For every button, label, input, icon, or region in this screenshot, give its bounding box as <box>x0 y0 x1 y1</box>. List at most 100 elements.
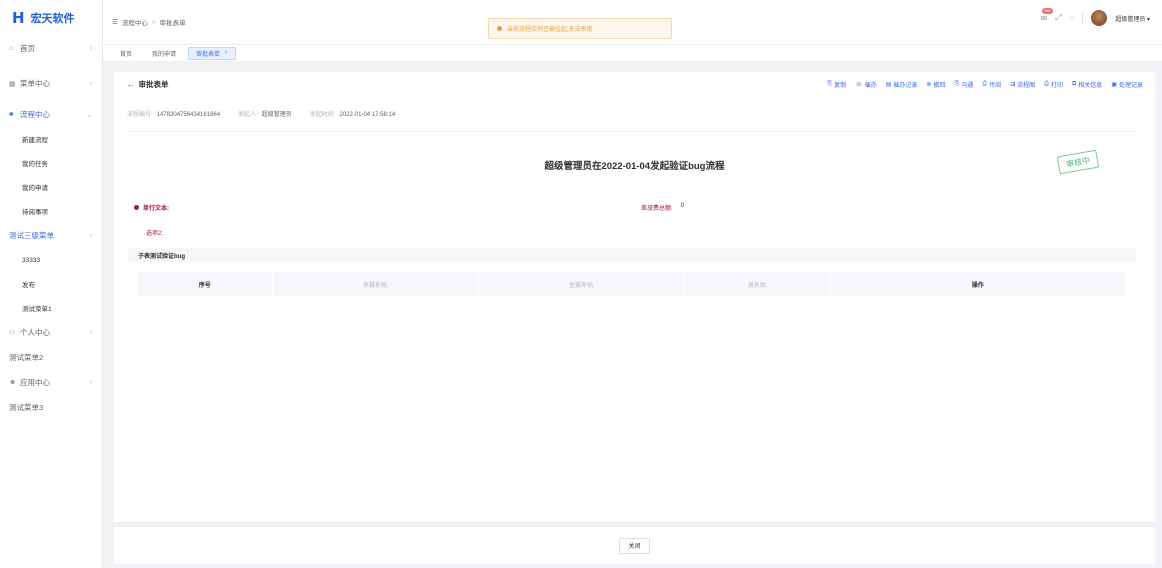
meta-value: 2022-01-04 17:58:14 <box>339 112 396 118</box>
process-starter: 发起人: 超级管理员 <box>238 109 292 118</box>
sidebar-item-new-process[interactable]: 新建流程 <box>0 127 102 151</box>
home-icon: ⌂ <box>9 45 14 52</box>
close-button[interactable]: 关闭 <box>619 537 650 554</box>
sidebar-item-label: 我的任务 <box>22 161 48 168</box>
sidebar-item-label: 测试菜单2 <box>9 353 44 362</box>
back-arrow-icon[interactable]: ← <box>127 80 135 89</box>
action-label: 催办 <box>864 83 877 89</box>
sidebar-item-test-menu1[interactable]: 测试菜单1 <box>0 296 102 320</box>
action-label: 相关信息 <box>1078 83 1103 89</box>
warning-toast: 当前流程实例已被挂起,无法审批 <box>488 18 672 39</box>
print-button[interactable]: ⎙ 打印 <box>1044 80 1063 89</box>
copy-icon: ⎘ <box>827 81 833 87</box>
refresh-icon[interactable]: ◌ <box>1070 14 1075 23</box>
chat-icon: ⎘ <box>954 81 960 87</box>
form-field-row: 单行文本: 差旅费总额: 0 <box>134 203 1134 212</box>
tab-home[interactable]: 首页 <box>112 47 140 60</box>
card-title: 审批表单 <box>138 79 169 89</box>
flowchart-icon: ⇶ <box>1010 82 1016 88</box>
subtable: 序号 早餐补贴 住宿补贴 总补贴 操作 <box>138 272 1126 296</box>
notification-icon[interactable]: ✉ 99+ <box>1040 7 1054 23</box>
table-header-row: 序号 早餐补贴 住宿补贴 总补贴 操作 <box>138 272 1126 296</box>
meta-label: 发起人: <box>238 112 258 118</box>
test-submenu: 33333 发布 测试菜单1 <box>0 248 102 320</box>
header-right: ✉ 99+ ⤢ ◌ 超级管理员 ▾ <box>1040 7 1150 26</box>
sidebar-item-my-tasks[interactable]: 我的任务 <box>0 151 102 175</box>
chevron-right-icon: › <box>89 45 92 52</box>
required-dot-icon <box>134 205 139 210</box>
chevron-right-icon: › <box>89 232 92 239</box>
process-submenu: 新建流程 我的任务 我的申请 待阅事项 <box>0 127 102 223</box>
sidebar-item-test-menu3[interactable]: 测试菜单3 <box>0 395 102 420</box>
related-icon: ⧉ <box>1072 81 1077 87</box>
menu-toggle-icon[interactable]: ☰ <box>112 18 118 26</box>
warning-icon <box>497 26 502 31</box>
sidebar-item-my-applications[interactable]: 我的申请 <box>0 175 102 199</box>
sidebar-item-label: 待阅事项 <box>22 209 48 216</box>
tab-my-applications[interactable]: 我的申请 <box>144 47 184 60</box>
app-logo[interactable]: H 宏天软件 <box>0 0 102 36</box>
logo-mark: H <box>12 9 25 27</box>
action-label: 复制 <box>834 83 847 89</box>
sidebar-item-home[interactable]: ⌂ 首页 › <box>0 36 102 61</box>
revoke-button[interactable]: ⊗ 撤回 <box>926 80 945 89</box>
toast-message: 当前流程实例已被挂起,无法审批 <box>507 27 593 33</box>
sidebar-item-33333[interactable]: 33333 <box>0 248 102 272</box>
column-header: 总补贴 <box>684 272 831 296</box>
process-number: 流程编号: 1478304756434161664 <box>127 109 220 118</box>
app-icon: ☻ <box>9 379 17 386</box>
breadcrumb-item[interactable]: 流程中心 <box>122 17 148 27</box>
action-bar: ⎘ 复制 ☏ 催办 ▤ 催办记录 ⊗ 撤回 ⎘ 沟通 ⎙ 传阅 ⇶ 流程图 ⎙ 打印 ⧉ 相关信息… <box>827 80 1143 89</box>
sidebar-item-label: 测试三级菜单 <box>9 231 54 240</box>
list-icon: ▤ <box>885 82 892 88</box>
form-title: 超级管理员在2022-01-04发起验证bug流程 <box>544 161 725 172</box>
fullscreen-icon[interactable]: ⤢ <box>1055 13 1061 23</box>
user-menu[interactable]: 超级管理员 ▾ <box>1115 14 1150 23</box>
field-label: 差旅费总额: <box>641 206 673 212</box>
sidebar-item-test-level3[interactable]: 测试三级菜单 › <box>0 223 102 248</box>
chevron-right-icon: › <box>89 329 92 336</box>
sidebar-item-menu-center[interactable]: ▦ 菜单中心 › <box>0 71 102 96</box>
avatar[interactable] <box>1091 10 1108 26</box>
flowchart-button[interactable]: ⇶ 流程图 <box>1010 80 1035 89</box>
sidebar-item-label: 我的申请 <box>22 185 48 192</box>
sidebar-item-label: 菜单中心 <box>20 79 50 88</box>
record-icon: ▣ <box>1111 82 1117 88</box>
notification-badge: 99+ <box>1042 7 1054 14</box>
sidebar-item-label: 首页 <box>20 44 35 53</box>
action-label: 撤回 <box>933 83 946 89</box>
related-info-button[interactable]: ⧉ 相关信息 <box>1072 80 1102 89</box>
sidebar-item-label: 33333 <box>22 256 41 264</box>
sidebar-item-app-center[interactable]: ☻ 应用中心 › <box>0 370 102 395</box>
sidebar-item-pending-read[interactable]: 待阅事项 <box>0 199 102 223</box>
meta-label: 流程编号: <box>127 112 153 118</box>
close-icon[interactable]: × <box>224 50 228 56</box>
sidebar-item-personal-center[interactable]: ⚇ 个人中心 › <box>0 320 102 345</box>
communicate-button[interactable]: ⎘ 沟通 <box>954 80 973 89</box>
action-label: 打印 <box>1050 83 1063 89</box>
sidebar-item-publish[interactable]: 发布 <box>0 272 102 296</box>
sidebar-item-test-menu2[interactable]: 测试菜单2 <box>0 345 102 370</box>
grid-icon: ▦ <box>9 80 16 88</box>
approval-card: ← 审批表单 ⎘ 复制 ☏ 催办 ▤ 催办记录 ⊗ 撤回 ⎘ 沟通 ⎙ 传阅 ⇶ 流程图 ⎙ 打… <box>114 72 1155 522</box>
card-footer: 关闭 <box>114 526 1155 564</box>
copy-button[interactable]: ⎘ 复制 <box>827 80 846 89</box>
sidebar-item-label: 发布 <box>22 282 35 289</box>
tab-bar: 首页 我的申请 审批表单 × <box>103 44 1162 62</box>
phone-icon: ☏ <box>855 82 863 88</box>
action-label: 处理记录 <box>1118 83 1143 89</box>
urge-button[interactable]: ☏ 催办 <box>855 80 877 89</box>
sidebar-item-process-center[interactable]: ♣ 流程中心 ⌄ <box>0 102 102 127</box>
subtable-title: 子表测试验证bug <box>128 248 1136 262</box>
chevron-right-icon: › <box>89 379 92 386</box>
circulate-button[interactable]: ⎙ 传阅 <box>982 80 1001 89</box>
chevron-down-icon: ⌄ <box>86 111 92 119</box>
print-icon: ⎙ <box>1044 81 1049 87</box>
tab-label: 审批表单 <box>196 51 221 58</box>
urge-record-button[interactable]: ▤ 催办记录 <box>886 80 918 89</box>
meta-label: 发起时间: <box>309 112 336 118</box>
tab-approval-form[interactable]: 审批表单 × <box>188 46 236 60</box>
process-record-button[interactable]: ▣ 处理记录 <box>1111 80 1143 89</box>
flow-icon: ♣ <box>9 111 14 118</box>
sidebar-item-label: 应用中心 <box>20 378 50 387</box>
